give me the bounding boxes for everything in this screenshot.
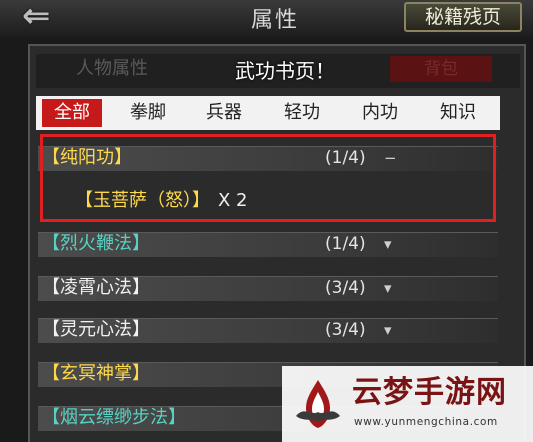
character-attributes-tab[interactable]: 人物属性 — [42, 54, 182, 84]
tab-inner[interactable]: 内功 — [350, 99, 410, 127]
inventory-tab[interactable]: 背包 — [390, 56, 492, 82]
back-arrow-icon[interactable]: ⇐ — [22, 0, 92, 33]
tab-lightness[interactable]: 轻功 — [272, 99, 332, 127]
tab-knowledge[interactable]: 知识 — [428, 99, 488, 127]
category-tab-bar: 全部 拳脚 兵器 轻功 内功 知识 — [36, 96, 500, 130]
tab-weapon[interactable]: 兵器 — [194, 99, 254, 127]
skill-name: 【烈火鞭法】 — [42, 233, 150, 254]
skill-row[interactable]: 【灵元心法】 (3/4) ▾ — [38, 315, 498, 345]
expand-icon[interactable]: ▾ — [384, 273, 392, 303]
skill-name: 【凌霄心法】 — [42, 277, 150, 298]
expand-icon[interactable]: ▾ — [384, 229, 392, 259]
skill-row[interactable]: 【凌霄心法】 (3/4) ▾ — [38, 273, 498, 303]
tab-all[interactable]: 全部 — [42, 99, 102, 127]
watermark: 云梦手游网 www.yunmengchina.com — [282, 366, 533, 442]
skill-name: 【灵元心法】 — [42, 319, 150, 340]
skill-count: (3/4) — [325, 278, 366, 298]
tab-fist[interactable]: 拳脚 — [118, 99, 178, 127]
expand-icon[interactable]: ▾ — [384, 315, 392, 345]
screen-title: 属性 — [250, 8, 299, 33]
watermark-url: www.yunmengchina.com — [354, 416, 498, 428]
secret-pages-button[interactable]: 秘籍残页 — [404, 2, 522, 32]
skill-name: 【玄冥神掌】 — [42, 363, 150, 384]
top-bar: ⇐ 属性 秘籍残页 — [0, 0, 533, 38]
notification-toast: 武功书页！ — [235, 59, 335, 83]
highlight-box — [40, 134, 496, 222]
skill-name: 【烟云缥缈步法】 — [42, 407, 186, 428]
cloud-dream-logo-icon — [296, 380, 340, 428]
skill-row[interactable]: 【烈火鞭法】 (1/4) ▾ — [38, 229, 498, 259]
skill-count: (1/4) — [325, 234, 366, 254]
skill-count: (3/4) — [325, 320, 366, 340]
watermark-title: 云梦手游网 — [352, 375, 507, 410]
